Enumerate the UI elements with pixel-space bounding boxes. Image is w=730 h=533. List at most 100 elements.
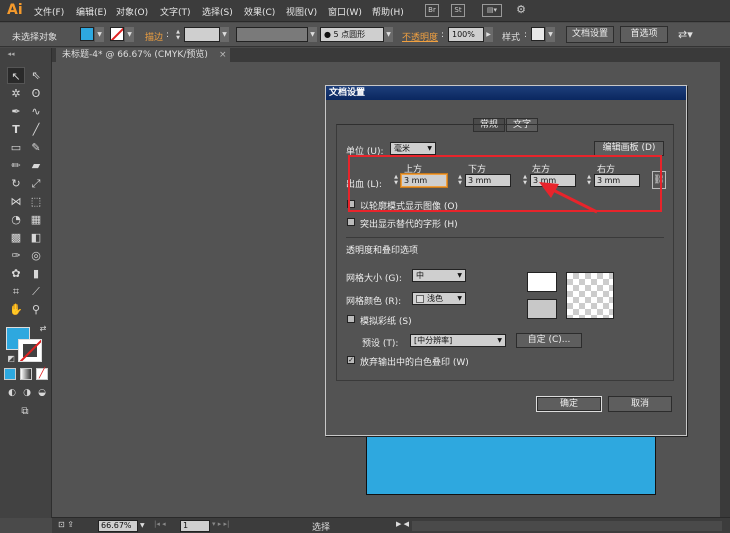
stroke-swatch[interactable] xyxy=(18,339,42,362)
artboard-tool-icon[interactable]: ⌗ xyxy=(7,283,25,300)
bridge-icon[interactable]: Br xyxy=(425,4,439,17)
stroke-weight-dropdown-icon[interactable]: ▼ xyxy=(220,27,229,42)
hand-tool-icon[interactable]: ✋ xyxy=(7,301,25,318)
document-tab[interactable]: 未标题-4* @ 66.67% (CMYK/预览) × xyxy=(56,48,230,62)
grid-color-preview[interactable] xyxy=(527,299,557,319)
rotate-tool-icon[interactable]: ↻ xyxy=(7,175,25,192)
vertical-scrollbar[interactable] xyxy=(720,62,730,517)
arrange-documents-icon[interactable]: ▤▾ xyxy=(482,4,502,17)
gradient-tool-icon[interactable]: ◧ xyxy=(27,229,45,246)
menu-type[interactable]: 文字(T) xyxy=(160,5,191,18)
stroke-dropdown-icon[interactable]: ▼ xyxy=(125,27,134,42)
custom-button[interactable]: 自定 (C)... xyxy=(516,333,582,348)
units-select[interactable]: 毫米 ▼ xyxy=(390,142,436,155)
eraser-tool-icon[interactable]: ▰ xyxy=(27,157,45,174)
artboard-nav-first-icon[interactable]: |◂ ◂ xyxy=(154,520,166,528)
zoom-input[interactable]: 66.67% xyxy=(98,520,138,532)
zoom-tool-icon[interactable]: ⚲ xyxy=(27,301,45,318)
edit-artboards-button[interactable]: 编辑画板 (D) xyxy=(594,141,664,156)
artboard-nav-last-icon[interactable]: ▾ ▸ ▸| xyxy=(212,520,229,528)
ok-button[interactable]: 确定 xyxy=(536,396,602,412)
zoom-dropdown-icon[interactable]: ▼ xyxy=(140,522,145,529)
stock-icon[interactable]: St xyxy=(451,4,465,17)
brush-select[interactable]: ● 5 点圆形 xyxy=(320,27,384,42)
shape-builder-tool-icon[interactable]: ◔ xyxy=(7,211,25,228)
menu-help[interactable]: 帮助(H) xyxy=(372,5,404,18)
draw-inside-icon[interactable]: ◒ xyxy=(33,385,51,402)
type-tool-icon[interactable]: T xyxy=(7,121,25,138)
pen-tool-icon[interactable]: ✒ xyxy=(7,103,25,120)
collapse-panel-icon[interactable]: ◂◂ xyxy=(2,46,20,63)
fill-color-swatch[interactable] xyxy=(80,27,94,41)
swap-fill-stroke-icon[interactable]: ⇄ xyxy=(34,320,52,337)
opacity-label[interactable]: 不透明度 xyxy=(402,30,438,43)
discard-white-overprint-label: 放弃输出中的白色叠印 (W) xyxy=(360,358,469,368)
graphic-style-swatch[interactable] xyxy=(531,27,545,41)
artboard-number-input[interactable]: 1 xyxy=(180,520,210,532)
gradient-mode-icon[interactable] xyxy=(20,368,32,380)
lasso-tool-icon[interactable]: ʘ xyxy=(27,85,45,102)
stroke-color-swatch[interactable] xyxy=(110,27,124,41)
status-menu-icon[interactable]: ▶ ◀ xyxy=(396,520,409,528)
column-graph-tool-icon[interactable]: ▮ xyxy=(27,265,45,282)
menu-file[interactable]: 文件(F) xyxy=(34,5,64,18)
gpu-performance-icon[interactable]: ⚙ xyxy=(514,4,528,17)
transparency-section-heading: 透明度和叠印选项 xyxy=(346,246,419,256)
discard-white-overprint-checkbox[interactable]: ✓ xyxy=(347,356,355,364)
stroke-weight-input[interactable] xyxy=(184,27,220,42)
grid-color-select[interactable]: 浅色 ▼ xyxy=(412,292,466,305)
menu-view[interactable]: 视图(V) xyxy=(286,5,317,18)
line-tool-icon[interactable]: ╱ xyxy=(27,121,45,138)
default-colors-icon[interactable]: ◩ xyxy=(2,350,20,367)
opacity-dropdown-icon[interactable]: ▶ xyxy=(484,27,493,42)
scale-tool-icon[interactable]: ⤢ xyxy=(27,175,45,192)
control-bar: 未选择对象 ▼ ▼ 描边 : ▲ ▼ ▼ ▼ ● 5 点圆形 ▼ 不透明度 : 1… xyxy=(0,23,730,47)
menu-effect[interactable]: 效果(C) xyxy=(244,5,275,18)
profile-dropdown-icon[interactable]: ▼ xyxy=(308,27,317,42)
document-setup-button[interactable]: 文档设置 xyxy=(566,26,614,43)
menu-object[interactable]: 对象(O) xyxy=(116,5,148,18)
color-mode-icon[interactable] xyxy=(4,368,16,380)
paper-color-swatch[interactable] xyxy=(527,272,557,292)
width-tool-icon[interactable]: ⋈ xyxy=(7,193,25,210)
selection-tool-icon[interactable]: ↖ xyxy=(7,67,25,84)
paintbrush-tool-icon[interactable]: ✎ xyxy=(27,139,45,156)
menu-window[interactable]: 窗口(W) xyxy=(328,5,362,18)
preset-select[interactable]: [中分辨率] ▼ xyxy=(410,334,506,347)
screen-mode-icon[interactable]: ⧉ xyxy=(16,403,34,420)
mesh-tool-icon[interactable]: ▩ xyxy=(7,229,25,246)
direct-selection-tool-icon[interactable]: ⇖ xyxy=(27,67,45,84)
artboard[interactable] xyxy=(366,432,656,495)
opacity-input[interactable]: 100% xyxy=(448,27,484,42)
menu-edit[interactable]: 编辑(E) xyxy=(76,5,107,18)
symbol-sprayer-tool-icon[interactable]: ✿ xyxy=(7,265,25,282)
perspective-grid-tool-icon[interactable]: ▦ xyxy=(27,211,45,228)
curvature-tool-icon[interactable]: ∿ xyxy=(27,103,45,120)
simulate-paper-checkbox[interactable] xyxy=(347,315,355,323)
pencil-tool-icon[interactable]: ✏ xyxy=(7,157,25,174)
highlight-glyphs-checkbox[interactable] xyxy=(347,218,355,226)
horizontal-scrollbar[interactable] xyxy=(412,521,722,531)
status-icons[interactable]: ⊡ ⇪ xyxy=(58,520,74,529)
close-tab-icon[interactable]: × xyxy=(219,48,227,62)
stroke-label[interactable]: 描边 xyxy=(145,30,163,43)
variable-width-profile[interactable] xyxy=(236,27,308,42)
style-dropdown-icon[interactable]: ▼ xyxy=(546,27,555,42)
grid-color-label: 网格颜色 (R): xyxy=(346,297,402,307)
style-label: 样式 xyxy=(502,33,521,43)
stroke-spinner-icon[interactable]: ▲ ▼ xyxy=(174,29,182,42)
eyedropper-tool-icon[interactable]: ✑ xyxy=(7,247,25,264)
free-transform-tool-icon[interactable]: ⬚ xyxy=(27,193,45,210)
magic-wand-tool-icon[interactable]: ✲ xyxy=(7,85,25,102)
menu-select[interactable]: 选择(S) xyxy=(202,5,233,18)
none-mode-icon[interactable]: ╱ xyxy=(36,368,48,380)
brush-dropdown-icon[interactable]: ▼ xyxy=(384,27,393,42)
rectangle-tool-icon[interactable]: ▭ xyxy=(7,139,25,156)
grid-size-select[interactable]: 中 ▼ xyxy=(412,269,466,282)
slice-tool-icon[interactable]: ⟋ xyxy=(27,283,45,300)
preferences-button[interactable]: 首选项 xyxy=(620,26,668,43)
fill-dropdown-icon[interactable]: ▼ xyxy=(95,27,104,42)
align-menu-icon[interactable]: ⇄▾ xyxy=(678,28,693,41)
cancel-button[interactable]: 取消 xyxy=(608,396,672,412)
blend-tool-icon[interactable]: ◎ xyxy=(27,247,45,264)
